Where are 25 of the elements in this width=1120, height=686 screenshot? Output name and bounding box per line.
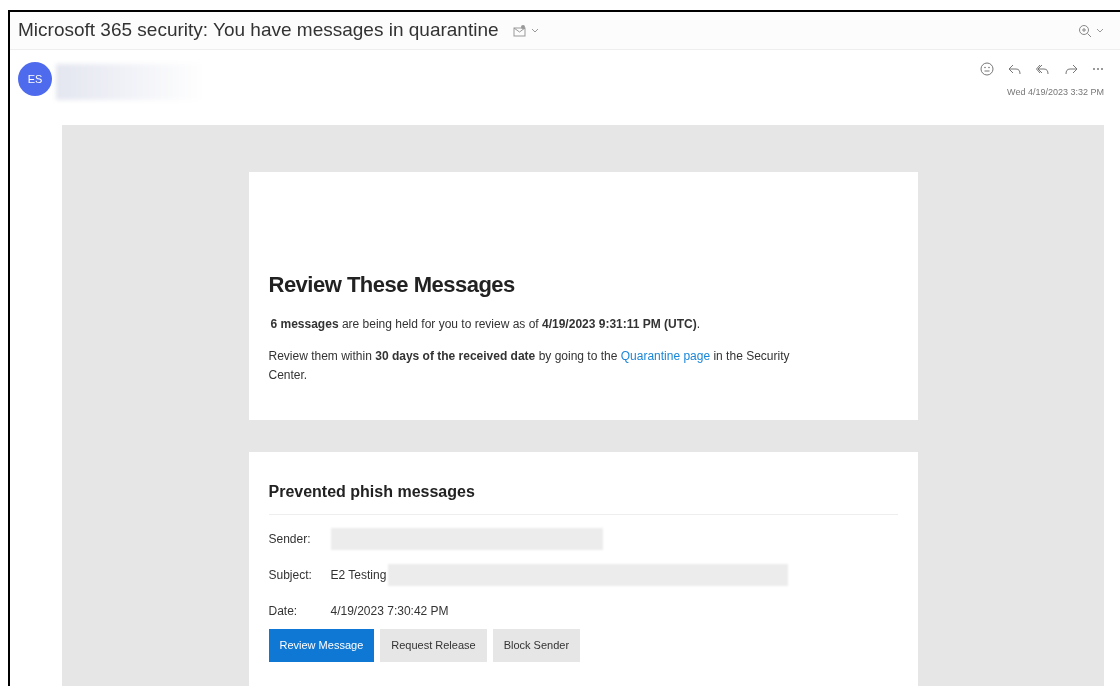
reply-icon[interactable] [1008, 63, 1022, 75]
timestamp: Wed 4/19/2023 3:32 PM [1007, 86, 1104, 99]
field-label: Subject: [268, 567, 313, 584]
chevron-down-icon[interactable] [530, 27, 539, 34]
instruction-text: Review them within 30 days of the received date by going to the Quarantine page in the Security Center. [268, 348, 791, 384]
avatar: ES [18, 62, 52, 96]
emoji-icon[interactable] [980, 62, 994, 76]
envelope-icon[interactable] [512, 23, 527, 38]
field-value: 4/19/2023 7:30:42 PM [330, 603, 449, 620]
zoom-icon[interactable] [1078, 23, 1092, 38]
card-heading: Prevented phish messages [268, 480, 898, 515]
more-icon[interactable] [1092, 67, 1104, 71]
summary-text: 6 messages are being held for you to review as of 4/19/2023 9:31:11 PM (UTC). [270, 316, 702, 333]
quarantine-link[interactable]: Quarantine page [620, 349, 711, 363]
reply-all-icon[interactable] [1036, 63, 1050, 75]
field-label: Date: [268, 603, 299, 620]
chevron-down-icon[interactable] [1096, 27, 1104, 34]
action-button[interactable]: Review Message [268, 629, 375, 662]
email-subject: Microsoft 365 security: You have messages in quarantine [18, 18, 499, 43]
action-button[interactable]: Request Release [380, 629, 487, 662]
forward-icon[interactable] [1064, 63, 1078, 75]
action-button[interactable]: Block Sender [492, 629, 581, 662]
card-heading: Review These Messages [268, 271, 516, 299]
field-label: Sender: [268, 531, 312, 548]
field-value: E2 Testing [330, 567, 387, 584]
